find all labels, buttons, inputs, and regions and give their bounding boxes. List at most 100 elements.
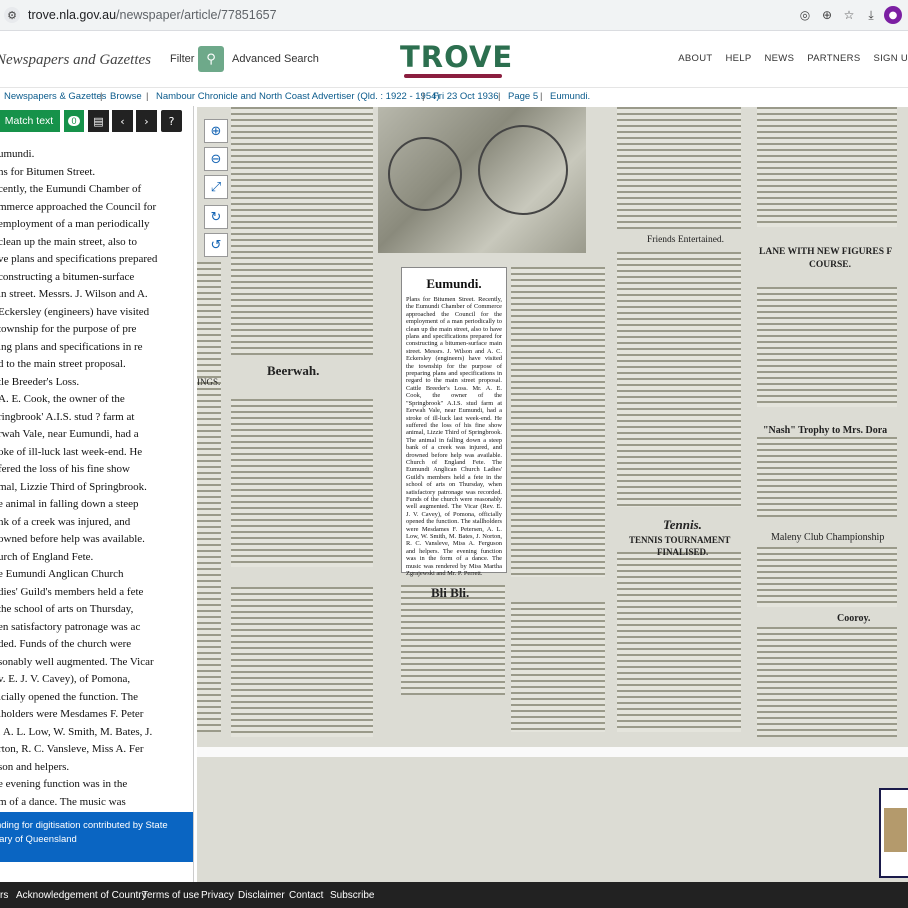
breadcrumb-separator: |: [422, 91, 425, 102]
nav-about[interactable]: ABOUT: [678, 53, 712, 64]
ocr-line: employment of a man periodically: [0, 218, 150, 230]
zoom-out-icon[interactable]: ⊖: [204, 147, 228, 171]
article-body: Plans for Bitumen Street. Recently, the …: [406, 296, 502, 578]
footer-link-subscribe[interactable]: Subscribe: [330, 890, 374, 901]
search-icon: ⚲: [206, 51, 216, 67]
google-lens-icon[interactable]: ◎: [796, 6, 814, 24]
thumbnail-viewport: [884, 808, 907, 852]
page-bottom-edge: [197, 747, 908, 757]
ocr-line: nk of a creek was injured, and: [0, 515, 131, 528]
ocr-line: owned before help was available.: [0, 533, 145, 545]
nav-partners[interactable]: PARTNERS: [807, 53, 860, 64]
nav-sign-up[interactable]: SIGN U: [873, 53, 908, 64]
page-heading: INGS.: [197, 377, 221, 387]
document-icon[interactable]: ▤: [88, 110, 109, 132]
column-text: [231, 107, 373, 355]
ocr-line: clean up the main street, also to: [0, 235, 137, 248]
rotate-left-icon[interactable]: ↺: [204, 233, 228, 257]
bicycle-wheel-shape: [478, 125, 568, 215]
ocr-line: rwah Vale, near Eumundi, had a: [0, 428, 139, 440]
ocr-line: township for the purpose of pre: [0, 323, 137, 335]
ocr-line: v. E. J. V. Cavey), of Pomona,: [0, 673, 131, 685]
ocr-line: ded. Funds of the church were: [0, 638, 132, 650]
footer-link[interactable]: rs: [0, 890, 8, 901]
footer-link-privacy[interactable]: Privacy: [201, 890, 234, 901]
ocr-line: dies' Guild's members held a fete: [0, 585, 144, 598]
page-heading-lane: LANE WITH NEW FIGURES F: [759, 247, 893, 257]
ocr-line: e Eumundi Anglican Church: [0, 568, 124, 580]
trove-logo[interactable]: TROVE: [400, 40, 514, 81]
column-text: [757, 287, 897, 407]
ocr-line: the school of arts on Thursday,: [0, 603, 134, 615]
logo-text: TROVE: [400, 40, 514, 74]
page-heading-finalised: FINALISED.: [657, 547, 709, 557]
ocr-line: e animal in falling down a steep: [0, 498, 139, 510]
browser-address-bar: ⚙ trove.nla.gov.au/newspaper/article/778…: [0, 0, 908, 31]
ocr-line: ing plans and specifications in re: [0, 340, 143, 353]
filter-button[interactable]: Filter: [170, 53, 194, 65]
column-text: [617, 107, 741, 229]
page-thumbnail-navigator[interactable]: [879, 788, 908, 878]
breadcrumb-newspapers[interactable]: Newspapers & Gazettes: [4, 91, 106, 102]
ocr-line: e evening function was in the: [0, 778, 128, 790]
column-text: [757, 107, 897, 227]
match-count: 0: [68, 116, 80, 126]
footer-link-acknowledgement[interactable]: Acknowledgement of Country: [16, 890, 147, 901]
category-title[interactable]: Newspapers and Gazettes: [0, 52, 151, 69]
bookmark-star-icon[interactable]: ☆: [840, 6, 858, 24]
column-text: [511, 267, 605, 577]
breadcrumb-date[interactable]: Fri 23 Oct 1936: [433, 91, 498, 102]
funding-line-2[interactable]: rary of Queensland: [0, 833, 77, 846]
nav-news[interactable]: NEWS: [765, 53, 795, 64]
download-icon[interactable]: ⤓: [862, 6, 880, 24]
ocr-line: icially opened the function. The: [0, 690, 139, 703]
site-info-icon[interactable]: ⚙: [4, 7, 20, 23]
ocr-line: son and helpers.: [0, 760, 70, 773]
nav-help[interactable]: HELP: [725, 53, 751, 64]
logo-underline: [404, 74, 502, 78]
newspaper-viewer[interactable]: ⊕ ⊖ ⤢ ↻ ↺ INGS. Beerwah. Bli Bli. Friend…: [197, 107, 908, 882]
ocr-text: umundi. ns for Bitumen Street. cently, the…: [0, 146, 190, 811]
breadcrumb-page[interactable]: Page 5: [508, 91, 538, 102]
breadcrumb-separator: |: [498, 91, 501, 102]
zoom-in-icon[interactable]: ⊕: [204, 119, 228, 143]
footer-link-terms[interactable]: Terms of use: [142, 890, 199, 901]
ocr-line: in street. Messrs. J. Wilson and A.: [0, 288, 148, 300]
main-nav: ABOUT HELP NEWS PARTNERS SIGN U: [678, 53, 908, 64]
url-field[interactable]: trove.nla.gov.au/newspaper/article/77851…: [28, 8, 277, 22]
previous-icon[interactable]: ‹: [112, 110, 133, 132]
footer-link-contact[interactable]: Contact: [289, 890, 323, 901]
match-text-label: Match text: [4, 115, 54, 127]
breadcrumb-article[interactable]: Eumundi.: [550, 91, 590, 102]
column-fragment: [197, 262, 221, 732]
breadcrumb-separator: |: [540, 91, 543, 102]
ocr-line: umundi.: [0, 148, 35, 160]
funding-line-1[interactable]: nding for digitisation contributed by St…: [0, 819, 168, 832]
ocr-line: lholders were Mesdames F. Peter: [0, 708, 144, 720]
profile-avatar[interactable]: ●: [884, 6, 902, 24]
site-header: Newspapers and Gazettes Filter ⚲ Advance…: [0, 31, 908, 88]
breadcrumb-browse[interactable]: Browse: [110, 91, 142, 102]
ocr-line: urch of England Fete.: [0, 550, 94, 563]
advanced-search-link[interactable]: Advanced Search: [232, 53, 319, 65]
footer-link-disclaimer[interactable]: Disclaimer: [238, 890, 285, 901]
breadcrumb-title[interactable]: Nambour Chronicle and North Coast Advert…: [156, 91, 440, 102]
zoom-icon[interactable]: ⊕: [818, 6, 836, 24]
rotate-right-icon[interactable]: ↻: [204, 205, 228, 229]
search-button[interactable]: ⚲: [198, 46, 224, 72]
column-text: [617, 552, 741, 732]
ocr-line: mmerce approached the Council for: [0, 200, 157, 213]
highlighted-article[interactable]: Eumundi. Plans for Bitumen Street. Recen…: [401, 267, 507, 577]
fit-screen-icon[interactable]: ⤢: [204, 175, 228, 199]
page-heading-tennis: Tennis.: [663, 517, 702, 532]
column-text: [401, 585, 505, 695]
match-text-button[interactable]: Match text: [0, 110, 60, 132]
column-text: [617, 252, 741, 507]
article-title: Eumundi.: [426, 276, 482, 291]
column-text: [757, 547, 897, 607]
help-icon[interactable]: ?: [161, 110, 182, 132]
ocr-line: constructing a bitumen-surface: [0, 270, 135, 283]
next-icon[interactable]: ›: [136, 110, 157, 132]
ocr-line: cently, the Eumundi Chamber of: [0, 183, 142, 195]
column-text: [231, 587, 373, 737]
